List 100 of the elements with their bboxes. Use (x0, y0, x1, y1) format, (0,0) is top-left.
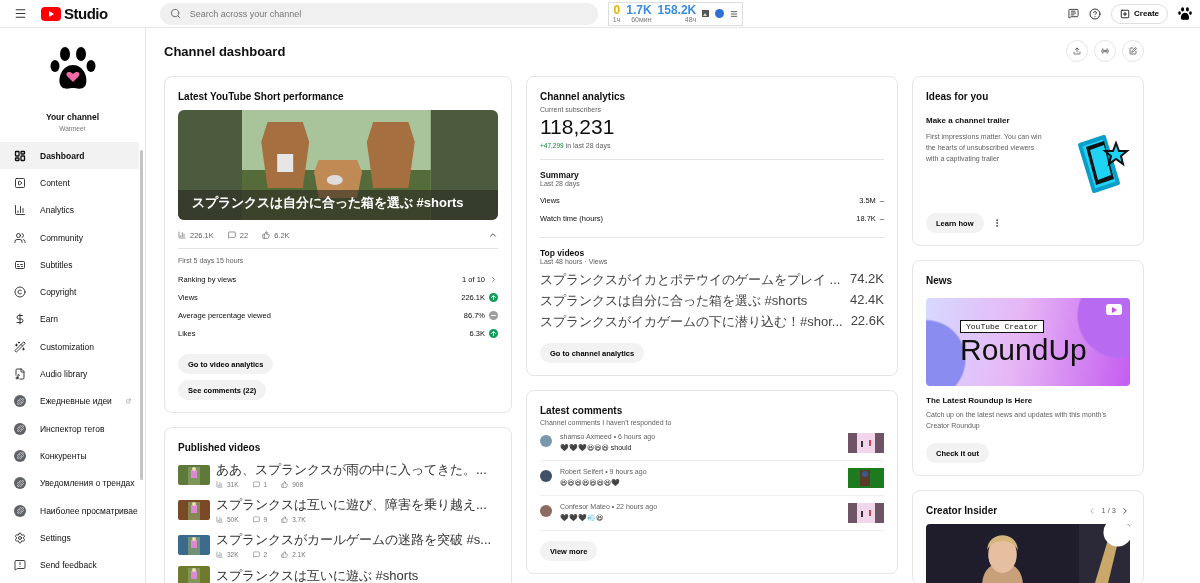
edit-icon (1129, 46, 1137, 56)
channel-title: Your channel (45, 112, 100, 122)
sidebar-item[interactable]: Ежедневные идеи (0, 387, 139, 415)
play-logo-icon (41, 6, 61, 21)
stat-value: 0 (613, 3, 621, 17)
sidebar-item[interactable]: Earn (0, 305, 139, 334)
thumbs-up-icon (281, 551, 289, 558)
card-title: Published videos (178, 442, 262, 453)
nav-icon (14, 313, 26, 326)
video-title[interactable]: スプランクスは自分に合った箱を選ぶ #shorts (540, 292, 808, 310)
page-title: Channel dashboard (164, 43, 286, 59)
sidebar-item[interactable]: Settings (0, 524, 139, 552)
upload-icon (1073, 46, 1081, 56)
sidebar-item[interactable]: Наиболее просматривае (0, 496, 139, 525)
sidebar-item[interactable]: Copyright (0, 278, 139, 306)
section-title: Top videos (540, 248, 586, 258)
help-icon[interactable] (1089, 7, 1102, 20)
extension-icon (14, 449, 26, 462)
view-count: 22.6K (850, 313, 885, 330)
thumbs-up-icon (262, 231, 271, 239)
sidebar-item[interactable]: Конкуренты (0, 442, 139, 470)
video-title[interactable]: スプランクスは互いに遊ぶ #shorts (216, 567, 419, 583)
comment-icon (252, 516, 260, 523)
profile-icon (715, 9, 725, 18)
card-title: Creator Insider (926, 505, 998, 517)
view-count: 42.4K (850, 292, 884, 309)
search-field[interactable]: Search across your channel (159, 2, 598, 25)
section-title: Summary (540, 170, 580, 180)
paw-avatar[interactable] (1178, 6, 1192, 21)
chevron-right-icon[interactable] (489, 274, 498, 284)
news-headline: The Latest Roundup is Here (926, 396, 1034, 405)
extension-icon (14, 422, 26, 435)
menu-icon[interactable] (14, 7, 27, 20)
sidebar-item[interactable]: Уведомления о трендах (0, 469, 139, 497)
thumbs-up-icon (281, 516, 289, 523)
add-icon (1120, 8, 1131, 19)
card-title: News (926, 275, 954, 286)
card-title: Latest comments (540, 405, 624, 416)
sidebar-item[interactable]: Analytics (0, 196, 139, 224)
video-title[interactable]: スプランクスは互いに遊び、障害を乗り越え... (216, 496, 487, 514)
image-icon (702, 10, 710, 17)
subscriber-count: 118,231 (540, 115, 616, 139)
play-icon (1106, 304, 1122, 315)
bar-chart-icon (216, 481, 223, 488)
broadcast-icon (1101, 46, 1109, 56)
video-title[interactable]: スプランクスがカールゲームの迷路を突破 #s... (216, 531, 492, 549)
nav-icon (14, 176, 26, 189)
nav-icon (14, 149, 26, 162)
stat-value: 158.2K (657, 3, 697, 17)
bar-chart-icon (216, 551, 223, 558)
logo-text: Studio (64, 5, 108, 22)
sidebar-item[interactable]: Dashboard (0, 142, 139, 170)
thumbs-up-icon (281, 481, 289, 488)
collapse-icon[interactable] (488, 230, 498, 240)
sidebar-item[interactable]: Audio library (0, 360, 139, 388)
banner-label: YouTube Creator (960, 319, 1044, 333)
sidebar-item[interactable]: Инспектор тегов (0, 414, 139, 443)
video-title[interactable]: スプランクスがイカとポテウイのゲームをプレイ ... (540, 271, 841, 289)
comment-icon (252, 551, 260, 558)
next-icon[interactable] (1120, 505, 1130, 516)
feedback-icon[interactable] (1068, 8, 1080, 19)
trend-up-icon (489, 292, 498, 302)
nav-icon (14, 531, 26, 544)
stat-value: 1.7K (626, 3, 652, 17)
search-icon (169, 7, 181, 19)
nav-icon (14, 340, 26, 353)
video-title[interactable]: ああ、スプランクスが雨の中に入ってきた。... (216, 461, 487, 479)
comment-icon (227, 231, 236, 239)
banner-title: RoundUp (960, 334, 1088, 365)
idea-title: Make a channel trailer (926, 116, 1011, 125)
nav-icon (14, 204, 26, 217)
bar-chart-icon (216, 516, 223, 523)
card-title: Ideas for you (926, 91, 990, 102)
nav-icon (14, 231, 26, 244)
nav-icon (14, 559, 26, 572)
edit-button[interactable] (1122, 40, 1144, 62)
nav-icon (14, 368, 26, 380)
nav-icon (14, 258, 26, 271)
paw-logo (49, 46, 96, 92)
live-button[interactable] (1094, 40, 1116, 62)
view-count: 74.2K (850, 271, 884, 288)
extension-icon (14, 504, 26, 517)
sidebar-item[interactable]: Subtitles (0, 251, 139, 279)
nav-icon (14, 286, 26, 299)
comment-icon (252, 481, 260, 488)
card-title: Latest YouTube Short performance (178, 91, 345, 102)
create-button[interactable]: Create (1111, 3, 1168, 24)
sidebar-item[interactable]: Community (0, 223, 139, 252)
bar-chart-icon (178, 231, 186, 239)
sidebar-item[interactable]: Send feedback (0, 551, 139, 579)
sidebar-item[interactable]: Customization (0, 333, 139, 361)
neutral-icon (489, 310, 498, 320)
extension-icon (14, 395, 26, 408)
video-title[interactable]: スプランクスがイカゲームの下に潜り込む！#shor... (540, 313, 843, 331)
card-title: Channel analytics (540, 91, 627, 102)
video-title: スプランクスは自分に合った箱を選ぶ #shorts (192, 193, 465, 212)
trend-up-icon (489, 328, 498, 338)
extension-icon (14, 477, 26, 490)
sidebar-item[interactable]: Content (0, 169, 139, 197)
menu-icon (730, 9, 739, 18)
